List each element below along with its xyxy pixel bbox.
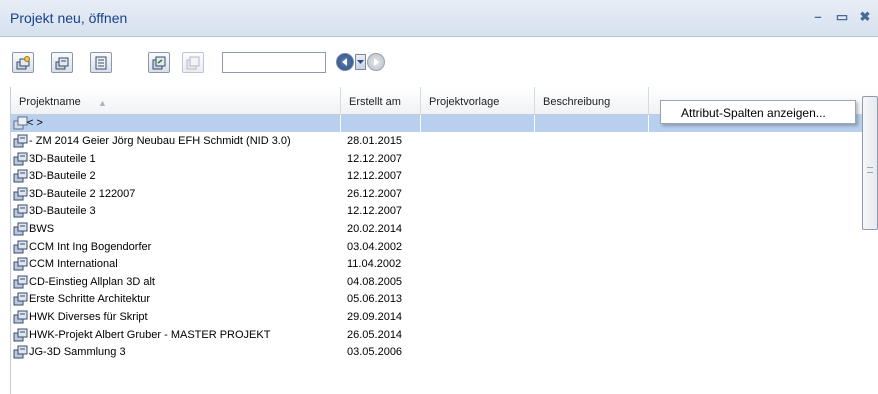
column-header-projektvorlage[interactable]: Projektvorlage xyxy=(421,87,535,114)
project-icon xyxy=(13,310,28,324)
maximize-button[interactable]: ▭ xyxy=(834,9,850,25)
project-name: 3D-Bauteile 2 122007 xyxy=(29,187,136,200)
back-button[interactable] xyxy=(336,53,354,71)
project-name: HWK-Projekt Albert Gruber - MASTER PROJE… xyxy=(29,328,271,341)
menu-item-show-attribute-columns[interactable]: Attribut-Spalten anzeigen... xyxy=(681,106,826,120)
project-created-date: 03.04.2002 xyxy=(347,240,403,253)
delete-project-icon xyxy=(186,56,200,70)
project-icon xyxy=(13,240,28,254)
project-icon xyxy=(13,292,28,306)
table-row[interactable]: Erste Schritte Architektur 05.06.2013 xyxy=(11,291,878,308)
column-header-erstellt-am[interactable]: Erstellt am xyxy=(341,87,421,114)
project-created-date: 28.01.2015 xyxy=(347,135,403,147)
copy-project-button[interactable] xyxy=(148,52,170,73)
table-row[interactable]: CD-Einstieg Allplan 3D alt 04.08.2005 xyxy=(11,274,878,291)
open-project-button[interactable] xyxy=(51,52,73,73)
table-row[interactable]: BWS 20.02.2014 xyxy=(11,221,878,238)
properties-button[interactable] xyxy=(90,52,112,73)
project-icon xyxy=(13,169,28,183)
new-project-button[interactable] xyxy=(12,52,34,73)
table-row[interactable]: 3D-Bauteile 3 12.12.2007 xyxy=(11,203,878,220)
project-icon xyxy=(13,134,28,148)
project-name: 3D-Bauteile 3 xyxy=(29,205,96,218)
project-created-date: 20.02.2014 xyxy=(347,223,403,235)
project-created-date: 26.12.2007 xyxy=(347,187,403,200)
project-icon xyxy=(13,204,28,218)
project-name: - ZM 2014 Geier Jörg Neubau EFH Schmidt … xyxy=(29,135,291,147)
table-row[interactable]: CCM International 11.04.2002 xyxy=(11,256,878,273)
project-icon xyxy=(13,187,28,201)
table-row[interactable]: JG-3D Sammlung 3 03.05.2006 xyxy=(11,344,878,361)
context-menu: Attribut-Spalten anzeigen... xyxy=(660,100,856,124)
table-row[interactable]: CCM Int Ing Bogendorfer 03.04.2002 xyxy=(11,239,878,256)
project-name: HWK Diverses für Skript xyxy=(29,311,148,323)
project-created-date: 04.08.2005 xyxy=(347,275,403,288)
project-dialog: Projekt neu, öffnen – ▭ ✖ ▲ Projektname … xyxy=(0,0,878,394)
table-row[interactable]: 3D-Bauteile 1 12.12.2007 xyxy=(11,151,878,168)
close-button[interactable]: ✖ xyxy=(857,9,873,25)
toolbar xyxy=(0,37,878,87)
chevron-down-icon xyxy=(357,60,364,64)
table-row[interactable]: 3D-Bauteile 2 122007 26.12.2007 xyxy=(11,186,878,203)
project-icon xyxy=(13,152,28,166)
open-project-icon xyxy=(55,57,69,70)
title-bar: Projekt neu, öffnen – ▭ ✖ xyxy=(0,0,878,37)
vertical-scrollbar[interactable] xyxy=(862,96,878,230)
project-created-date: 12.12.2007 xyxy=(347,205,403,218)
project-name: 3D-Bauteile 2 xyxy=(29,170,96,183)
project-icon xyxy=(13,275,28,289)
properties-icon xyxy=(95,56,107,70)
project-name: JG-3D Sammlung 3 xyxy=(29,346,126,359)
column-header-projektname[interactable]: ▲ Projektname xyxy=(11,87,341,114)
project-name: Erste Schritte Architektur xyxy=(29,293,151,306)
forward-arrow-icon xyxy=(374,58,379,66)
sort-ascending-icon: ▲ xyxy=(98,98,107,108)
column-header-beschreibung[interactable]: Beschreibung xyxy=(535,87,649,114)
project-created-date: 12.12.2007 xyxy=(347,152,403,165)
minimize-button[interactable]: – xyxy=(810,9,826,25)
project-created-date: 29.09.2014 xyxy=(347,311,403,323)
project-created-date: 26.05.2014 xyxy=(347,328,403,341)
table-row[interactable]: - ZM 2014 Geier Jörg Neubau EFH Schmidt … xyxy=(11,133,878,150)
project-name: BWS xyxy=(29,223,55,235)
project-icon xyxy=(13,345,28,359)
table-row[interactable]: 3D-Bauteile 2 12.12.2007 xyxy=(11,168,878,185)
table-row[interactable]: HWK Diverses für Skript 29.09.2014 xyxy=(11,309,878,326)
window-title: Projekt neu, öffnen xyxy=(10,10,128,26)
scrollbar-grip-icon xyxy=(867,167,873,173)
search-input[interactable] xyxy=(222,52,326,73)
project-icon xyxy=(13,328,28,342)
table-row[interactable]: HWK-Projekt Albert Gruber - MASTER PROJE… xyxy=(11,327,878,344)
new-project-icon xyxy=(16,56,30,70)
project-created-date: 03.05.2006 xyxy=(347,346,403,359)
project-name: < > xyxy=(27,117,43,129)
project-name: CCM International xyxy=(29,258,118,271)
forward-button[interactable] xyxy=(367,53,385,71)
delete-project-button[interactable] xyxy=(182,52,204,73)
project-icon xyxy=(13,257,28,271)
project-name: 3D-Bauteile 1 xyxy=(29,152,96,165)
project-icon xyxy=(13,222,28,236)
project-name: CCM Int Ing Bogendorfer xyxy=(29,240,152,253)
project-created-date: 11.04.2002 xyxy=(347,258,402,271)
project-name: CD-Einstieg Allplan 3D alt xyxy=(29,275,155,288)
back-arrow-icon xyxy=(342,58,347,66)
copy-project-icon xyxy=(152,56,166,70)
project-created-date: 12.12.2007 xyxy=(347,170,403,183)
project-created-date: 05.06.2013 xyxy=(347,293,403,306)
project-table: ▲ Projektname Erstellt am Projektvorlage… xyxy=(10,87,878,394)
history-dropdown-button[interactable] xyxy=(355,54,366,70)
